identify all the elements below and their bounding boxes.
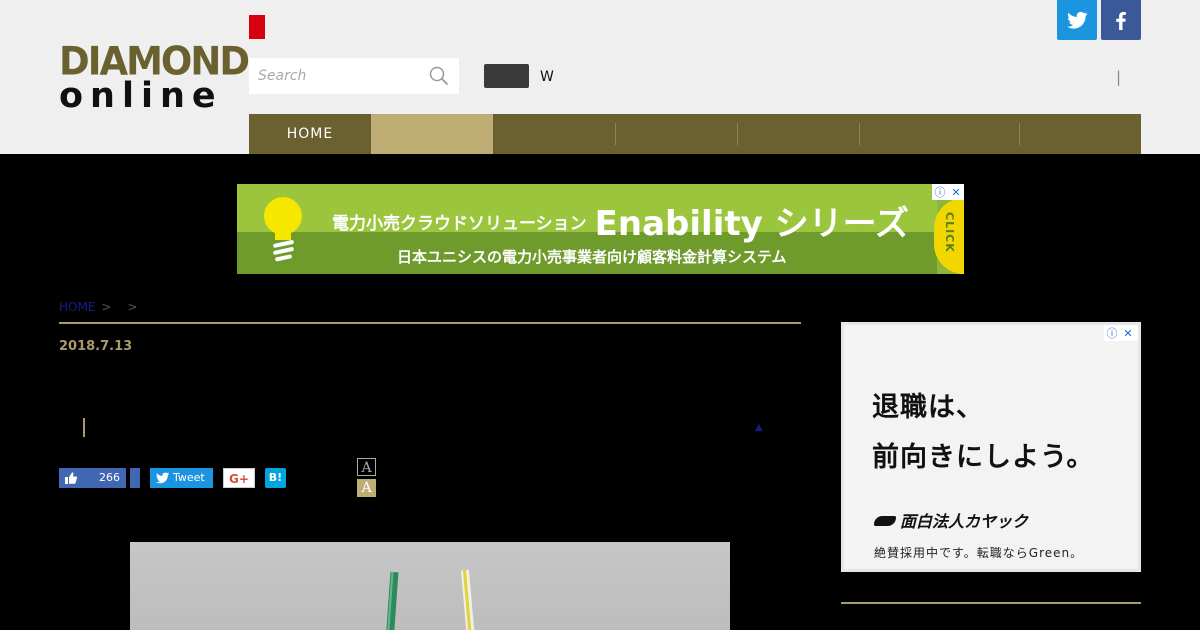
side-ad-info-icon[interactable]: ⓘ — [1104, 325, 1120, 341]
article-date: 2018.7.13 — [59, 339, 133, 354]
nav-item-7[interactable] — [1019, 114, 1141, 154]
w-label: W — [540, 69, 554, 85]
side-ad-brand-text: 面白法人カヤック — [900, 512, 1029, 531]
title-accent-bar — [83, 418, 85, 437]
nav-item-4[interactable] — [615, 114, 737, 154]
twitter-button[interactable] — [1057, 0, 1097, 40]
like-count: 266 — [99, 471, 120, 484]
side-ad-choices-badge[interactable]: ⓘ ✕ — [1104, 325, 1138, 341]
header-divider: | — [1116, 68, 1122, 86]
nav-item-home[interactable]: HOME — [249, 114, 371, 154]
side-ad[interactable]: ⓘ ✕ 退職は、 前向きにしよう。 面白法人カヤック 絶賛採用中です。転職ならG… — [841, 322, 1141, 572]
banner-headline-text: 電力小売クラウドソリューション — [332, 214, 587, 234]
logo-top-text: DIAMOND — [59, 38, 250, 84]
facebook-like-button[interactable]: 266 — [59, 468, 126, 488]
article-hero-image — [130, 542, 730, 630]
google-plus-button[interactable]: G+ — [223, 468, 255, 488]
breadcrumb-home-link[interactable]: HOME — [59, 300, 95, 314]
nav-item-6[interactable] — [859, 114, 1019, 154]
thumbs-up-icon — [65, 472, 78, 484]
facebook-button[interactable] — [1101, 0, 1141, 40]
search-input[interactable] — [249, 58, 424, 94]
red-marker — [249, 15, 265, 39]
banner-headline: 電力小売クラウドソリューション Enability シリーズ — [332, 196, 909, 245]
side-ad-close-icon[interactable]: ✕ — [1120, 327, 1136, 340]
side-ad-brand: 面白法人カヤック — [874, 508, 1028, 532]
ad-info-icon[interactable]: ⓘ — [932, 184, 948, 200]
triangle-marker-icon[interactable]: ▲ — [755, 422, 763, 433]
main-nav: HOME — [249, 114, 1141, 154]
facebook-icon — [1116, 12, 1126, 30]
twitter-icon — [1067, 11, 1088, 29]
ad-choices-badge[interactable]: ⓘ ✕ — [932, 184, 964, 200]
hatena-bookmark-button[interactable]: B! — [265, 468, 286, 488]
nav-item-active[interactable] — [371, 114, 493, 154]
side-ad-note: 絶賛採用中です。転職ならGreen。 — [874, 546, 1084, 560]
side-ad-headline-1: 退職は、 — [872, 392, 984, 423]
banner-product: Enability シリーズ — [594, 204, 909, 244]
facebook-share-button[interactable] — [130, 468, 140, 488]
banner-subline: 日本ユニシスの電力小売事業者向け顧客料金計算システム — [397, 248, 787, 266]
yellow-straw — [460, 569, 476, 630]
green-straw — [385, 571, 399, 630]
search-icon[interactable] — [429, 66, 449, 86]
sidebar-rule — [841, 602, 1141, 604]
kayac-logo-icon — [874, 516, 896, 526]
article-top-rule — [59, 322, 801, 324]
banner-ad[interactable]: 電力小売クラウドソリューション Enability シリーズ 日本ユニシスの電力小… — [237, 184, 964, 274]
nav-item-3[interactable] — [493, 114, 615, 154]
font-size-large-button[interactable]: A — [357, 479, 376, 497]
logo-bottom-text: online — [59, 76, 223, 116]
tweet-label: Tweet — [173, 471, 205, 484]
banner-click-tab[interactable]: CLICK — [934, 198, 964, 274]
side-ad-headline-2: 前向きにしよう。 — [872, 442, 1095, 473]
search-box — [249, 58, 459, 94]
tweet-button[interactable]: Tweet — [150, 468, 213, 488]
breadcrumb-separator: > — [101, 300, 112, 314]
lightbulb-icon — [264, 197, 302, 262]
twitter-bird-icon — [156, 472, 169, 484]
ad-close-icon[interactable]: ✕ — [948, 186, 964, 199]
login-button[interactable] — [484, 64, 529, 88]
banner-click-label: CLICK — [943, 212, 956, 253]
site-header: DIAMOND online W | HOME — [0, 0, 1200, 154]
font-size-small-button[interactable]: A — [357, 458, 376, 476]
nav-item-5[interactable] — [737, 114, 859, 154]
site-logo[interactable]: DIAMOND online — [59, 38, 250, 116]
breadcrumb-separator: > — [127, 300, 138, 314]
breadcrumb: HOME > > — [59, 300, 148, 314]
